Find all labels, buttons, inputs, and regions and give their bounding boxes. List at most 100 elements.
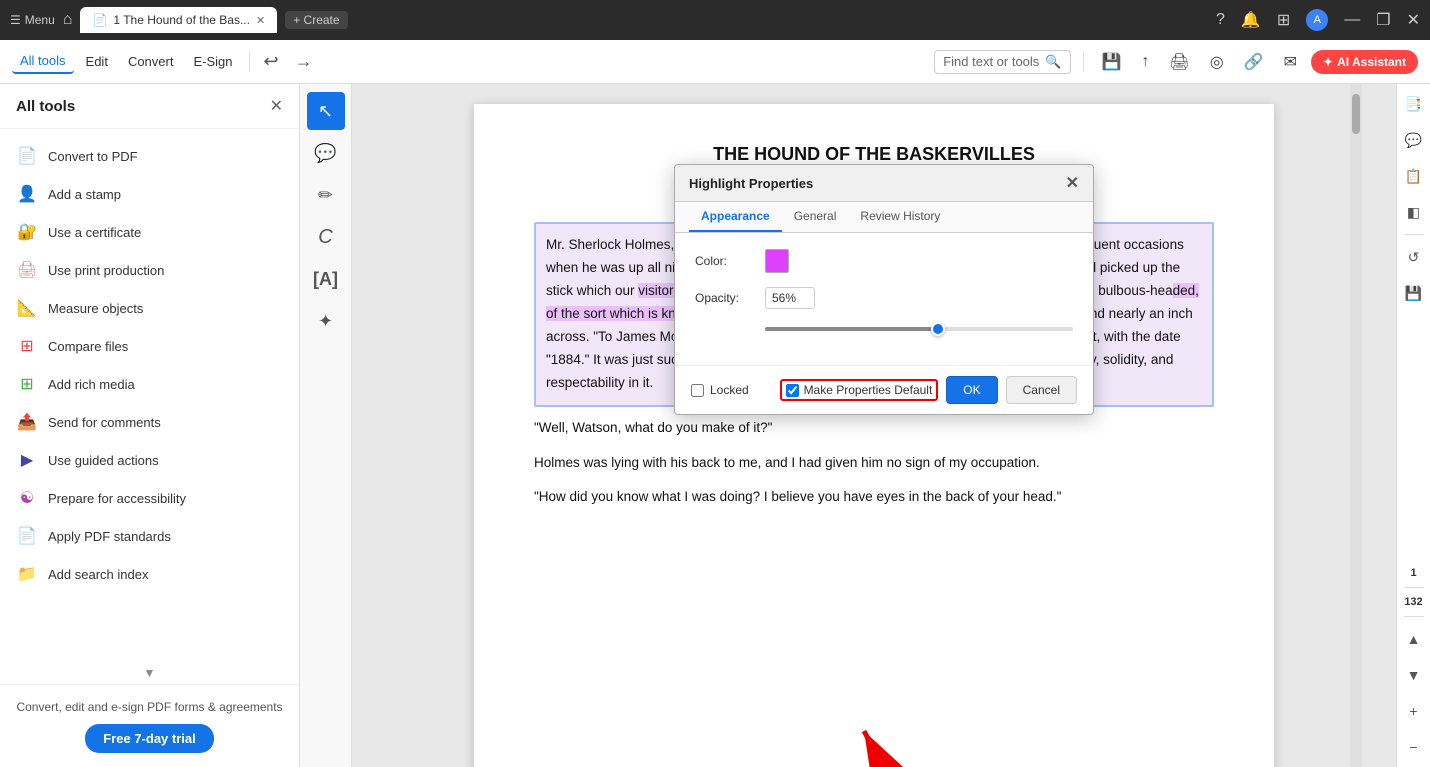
browser-bar: ☰ Menu ⌂ 📄 1 The Hound of the Bas... ✕ +… <box>0 0 1430 40</box>
toolbar-sep2 <box>1083 52 1084 72</box>
search-icon[interactable]: 🔍 <box>1045 54 1061 70</box>
sidebar-item-pdf-standards[interactable]: 📄 Apply PDF standards <box>0 517 299 555</box>
pdf-page: THE HOUND OF THE BASKERVILLES Chapter 1.… <box>474 104 1274 767</box>
sidebar-item-send-for-comments[interactable]: 📤 Send for comments <box>0 403 299 441</box>
find-bar[interactable]: Find text or tools 🔍 <box>934 50 1070 74</box>
print-icon[interactable]: 🖨 <box>1163 48 1195 76</box>
save-icon[interactable]: 💾 <box>1096 48 1128 76</box>
scrollbar-thumb[interactable] <box>1352 94 1360 134</box>
tab-general[interactable]: General <box>782 202 849 232</box>
sidebar-item-print-production[interactable]: 🖨 Use print production <box>0 251 299 289</box>
menu-esign[interactable]: E-Sign <box>185 50 240 73</box>
text-tool-button[interactable]: [A] <box>307 260 345 298</box>
tab-close-icon[interactable]: ✕ <box>256 14 265 27</box>
sidebar-item-add-rich-media[interactable]: ⊞ Add rich media <box>0 365 299 403</box>
link-icon[interactable]: 🔗 <box>1238 48 1270 76</box>
opacity-input[interactable] <box>765 287 815 309</box>
sidebar-item-label: Add rich media <box>48 377 135 392</box>
dialog-footer: Locked Make Properties Default OK Cancel <box>675 365 1093 414</box>
guided-actions-icon: ▶ <box>16 449 38 471</box>
pdf-paragraph-2: "Well, Watson, what do you make of it?" … <box>534 417 1214 510</box>
ai-assistant-button[interactable]: ✦ AI Assistant <box>1311 50 1418 74</box>
back-icon[interactable]: ↩ <box>258 49 285 74</box>
new-tab-button[interactable]: + Create <box>285 11 347 29</box>
locked-checkbox[interactable] <box>691 384 704 397</box>
sidebar-item-accessibility[interactable]: ☯ Prepare for accessibility <box>0 479 299 517</box>
accessibility-icon: ☯ <box>16 487 38 509</box>
sidebar-item-guided-actions[interactable]: ▶ Use guided actions <box>0 441 299 479</box>
scrollbar-track[interactable] <box>1350 84 1362 767</box>
tab-appearance[interactable]: Appearance <box>689 202 782 232</box>
pencil-icon: ✏ <box>318 185 333 206</box>
avatar[interactable]: A <box>1306 9 1328 31</box>
view-icon[interactable]: ◎ <box>1204 48 1230 76</box>
rich-media-icon: ⊞ <box>16 373 38 395</box>
pages-panel-icon[interactable]: 📋 <box>1400 162 1428 190</box>
sidebar-scroll-down[interactable]: ▼ <box>144 666 156 680</box>
certificate-icon: 🔐 <box>16 221 38 243</box>
opacity-slider[interactable] <box>765 323 1073 335</box>
comment-panel-icon[interactable]: 💬 <box>1400 126 1428 154</box>
highlight-properties-dialog: Highlight Properties ✕ Appearance Genera… <box>674 164 1094 415</box>
make-default-checkbox[interactable] <box>786 384 799 397</box>
dialog-close-button[interactable]: ✕ <box>1066 173 1079 193</box>
curve-tool-button[interactable]: C <box>307 218 345 256</box>
sidebar-item-search-index[interactable]: 📁 Add search index <box>0 555 299 593</box>
slider-row <box>695 323 1073 335</box>
tab-favicon: 📄 <box>92 13 107 27</box>
sidebar-item-measure-objects[interactable]: 📐 Measure objects <box>0 289 299 327</box>
layers-icon[interactable]: ◧ <box>1400 198 1428 226</box>
dialog-tabs: Appearance General Review History <box>675 202 1093 233</box>
apps-icon[interactable]: ⊞ <box>1277 10 1290 30</box>
trial-button[interactable]: Free 7-day trial <box>85 724 214 753</box>
menu-convert[interactable]: Convert <box>120 50 182 73</box>
tab-review-history[interactable]: Review History <box>848 202 952 232</box>
sidebar-footer-text: Convert, edit and e-sign PDF forms & agr… <box>14 699 285 716</box>
sidebar-scroll-indicator: ▼ <box>0 662 299 684</box>
comment-tool-button[interactable]: 💬 <box>307 134 345 172</box>
menu-all-tools[interactable]: All tools <box>12 49 74 74</box>
content-area[interactable]: THE HOUND OF THE BASKERVILLES Chapter 1.… <box>352 84 1396 767</box>
browser-tab[interactable]: 📄 1 The Hound of the Bas... ✕ <box>80 7 277 33</box>
bookmark-icon[interactable]: 📑 <box>1400 90 1428 118</box>
browser-menu[interactable]: ☰ Menu <box>10 13 55 27</box>
ok-button[interactable]: OK <box>946 376 997 404</box>
sidebar-item-add-stamp[interactable]: 👤 Add a stamp <box>0 175 299 213</box>
undo-icon[interactable]: ↺ <box>1400 243 1428 271</box>
sidebar-item-use-certificate[interactable]: 🔐 Use a certificate <box>0 213 299 251</box>
pencil-tool-button[interactable]: ✏ <box>307 176 345 214</box>
toolbar-right: Find text or tools 🔍 💾 ↑ 🖨 ◎ 🔗 ✉ ✦ AI As… <box>934 48 1418 76</box>
notification-icon[interactable]: 🔔 <box>1241 10 1261 30</box>
comment-icon: 💬 <box>314 143 336 164</box>
sidebar-close-button[interactable]: ✕ <box>270 96 283 116</box>
ai-label: AI Assistant <box>1337 55 1406 69</box>
color-swatch[interactable] <box>765 249 789 273</box>
save-panel-icon[interactable]: 💾 <box>1400 279 1428 307</box>
sidebar-item-convert-to-pdf[interactable]: 📄 Convert to PDF <box>0 137 299 175</box>
restore-button[interactable]: ❐ <box>1376 10 1390 30</box>
help-icon[interactable]: ? <box>1216 11 1225 29</box>
measure-icon: 📐 <box>16 297 38 319</box>
home-icon[interactable]: ⌂ <box>63 11 73 29</box>
toolbar-separator <box>249 52 250 72</box>
email-icon[interactable]: ✉ <box>1278 48 1303 76</box>
minimize-button[interactable]: — <box>1344 11 1360 29</box>
scroll-down-icon[interactable]: ▼ <box>1400 661 1428 689</box>
zoom-in-icon[interactable]: + <box>1400 697 1428 725</box>
tab-title: 1 The Hound of the Bas... <box>113 13 250 27</box>
dialog-title-bar: Highlight Properties ✕ <box>675 165 1093 202</box>
share-icon[interactable]: ↑ <box>1135 49 1155 75</box>
sidebar-item-label: Use print production <box>48 263 164 278</box>
zoom-out-icon[interactable]: − <box>1400 733 1428 761</box>
slider-thumb[interactable] <box>931 322 945 336</box>
sidebar-item-compare-files[interactable]: ⊞ Compare files <box>0 327 299 365</box>
menu-edit[interactable]: Edit <box>78 50 116 73</box>
cancel-button[interactable]: Cancel <box>1006 376 1077 404</box>
compare-icon: ⊞ <box>16 335 38 357</box>
scroll-up-icon[interactable]: ▲ <box>1400 625 1428 653</box>
select-tool-button[interactable]: ↖ <box>307 92 345 130</box>
stamp-tool-button[interactable]: ✦ <box>307 302 345 340</box>
print-production-icon: 🖨 <box>16 259 38 281</box>
forward-icon[interactable]: → <box>289 49 319 74</box>
close-button[interactable]: ✕ <box>1407 10 1420 30</box>
